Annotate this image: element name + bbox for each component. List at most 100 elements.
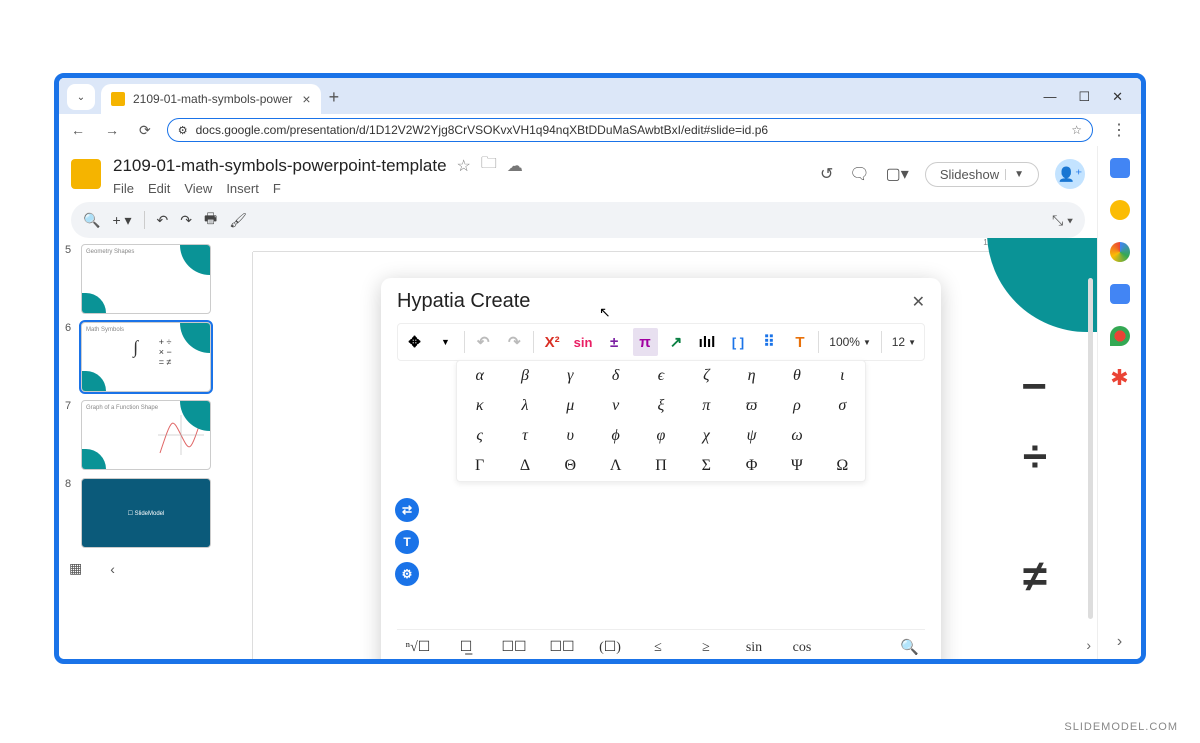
url-bar[interactable]: ⚙ docs.google.com/presentation/d/1D12V2W… (167, 118, 1093, 142)
contacts-icon[interactable] (1110, 284, 1130, 304)
move-doc-icon[interactable]: 🗀 (481, 152, 497, 179)
close-window-icon[interactable]: ✕ (1112, 89, 1123, 105)
tmpl-paren[interactable]: (☐) (595, 639, 625, 656)
greek-gamma[interactable]: γ (548, 361, 593, 391)
pi-button[interactable]: π (633, 328, 658, 356)
greek-alpha[interactable]: α (457, 361, 502, 391)
doc-title[interactable]: 2109-01-math-symbols-powerpoint-template (113, 156, 447, 176)
scrollbar[interactable] (1088, 278, 1093, 619)
greek-tau[interactable]: τ (502, 421, 547, 451)
arrow-button[interactable]: ↗ (664, 328, 689, 356)
thumb-7[interactable]: Graph of a Function Shape (81, 400, 211, 470)
greek-cap-theta[interactable]: Θ (548, 451, 593, 481)
greek-cap-lambda[interactable]: Λ (593, 451, 638, 481)
greek-iota[interactable]: ι (820, 361, 865, 391)
reload-icon[interactable]: ⟳ (135, 120, 155, 141)
tab-list-dropdown[interactable]: ⌄ (67, 84, 95, 110)
comments-icon[interactable]: 🗨 (849, 164, 869, 184)
greek-epsilon[interactable]: ϵ (638, 361, 683, 391)
greek-cap-phi[interactable]: Φ (729, 451, 774, 481)
site-info-icon[interactable]: ⚙ (178, 124, 188, 137)
modal-close-icon[interactable]: ✕ (912, 292, 925, 312)
collapse-side-icon[interactable]: › (1117, 633, 1122, 651)
tmpl-le[interactable]: ≤ (643, 640, 673, 656)
thumb-5[interactable]: Geometry Shapes (81, 244, 211, 314)
tmpl-cos[interactable]: cos (787, 640, 817, 656)
tmpl-sin[interactable]: sin (739, 640, 769, 656)
calendar-icon[interactable] (1110, 158, 1130, 178)
tmpl-search-icon[interactable]: 🔍 (900, 638, 919, 657)
menu-view[interactable]: View (184, 181, 212, 196)
greek-varsigma[interactable]: ς (457, 421, 502, 451)
greek-xi[interactable]: ξ (638, 391, 683, 421)
menu-truncated[interactable]: F (273, 181, 281, 196)
greek-sigma[interactable]: σ (820, 391, 865, 421)
thumb-8[interactable]: ☐ SlideModel (81, 478, 211, 548)
paint-format-icon[interactable]: 🖌 (229, 212, 247, 229)
greek-lambda[interactable]: λ (502, 391, 547, 421)
back-icon[interactable]: ← (67, 120, 89, 140)
greek-cap-pi[interactable]: Π (638, 451, 683, 481)
bookmark-star-icon[interactable]: ☆ (1071, 123, 1082, 137)
undo-icon[interactable]: ↶ (157, 212, 169, 229)
greek-phi[interactable]: ϕ (593, 421, 638, 451)
slideshow-button[interactable]: Slideshow ▼ (925, 162, 1039, 187)
greek-cap-gamma[interactable]: Γ (457, 451, 502, 481)
menu-file[interactable]: File (113, 181, 134, 196)
zoom-select[interactable]: 100%▼ (825, 335, 875, 349)
side-tool-settings[interactable]: ⚙ (395, 562, 419, 586)
tmpl-frac[interactable]: ☐̲ (451, 639, 481, 656)
greek-kappa[interactable]: κ (457, 391, 502, 421)
greek-cap-psi[interactable]: Ψ (774, 451, 819, 481)
tmpl-root[interactable]: ⁿ√☐ (403, 639, 433, 656)
greek-nu[interactable]: ν (593, 391, 638, 421)
browser-menu-icon[interactable]: ⋮ (1105, 120, 1133, 140)
browser-tab[interactable]: 2109-01-math-symbols-power × (101, 84, 321, 114)
greek-theta[interactable]: θ (774, 361, 819, 391)
greek-zeta[interactable]: ζ (684, 361, 729, 391)
side-tool-text[interactable]: T (395, 530, 419, 554)
redo-modal-icon[interactable]: ↷ (502, 328, 527, 356)
meet-icon[interactable]: ▢▾ (886, 164, 909, 184)
greek-varpi[interactable]: ϖ (729, 391, 774, 421)
addon-icon[interactable]: ✱ (1110, 368, 1130, 388)
tmpl-sup[interactable]: ☐☐ (547, 639, 577, 656)
greek-psi[interactable]: ψ (729, 421, 774, 451)
greek-pi[interactable]: π (684, 391, 729, 421)
brackets-button[interactable]: [ ] (726, 328, 751, 356)
tmpl-ge[interactable]: ≥ (691, 640, 721, 656)
pointer-tool-icon[interactable]: ⤡ ▾ (1052, 212, 1073, 229)
new-slide-icon[interactable]: + ▾ (112, 212, 131, 229)
prev-slide-icon[interactable]: ‹ (110, 561, 115, 577)
greek-cap-sigma[interactable]: Σ (684, 451, 729, 481)
greek-mu[interactable]: μ (548, 391, 593, 421)
next-icon[interactable]: › (1086, 637, 1091, 653)
tmpl-sub[interactable]: ☐☐ (499, 639, 529, 656)
grid-button[interactable]: ⠿ (756, 328, 781, 356)
tab-close-icon[interactable]: × (302, 91, 310, 107)
bars-button[interactable]: ılıl (695, 328, 720, 356)
x2-button[interactable]: X² (540, 328, 565, 356)
greek-eta[interactable]: η (729, 361, 774, 391)
undo-modal-icon[interactable]: ↶ (471, 328, 496, 356)
pm-button[interactable]: ± (602, 328, 627, 356)
greek-cap-delta[interactable]: Δ (502, 451, 547, 481)
new-tab-button[interactable]: + (329, 87, 340, 108)
minimize-icon[interactable]: — (1043, 89, 1056, 105)
history-icon[interactable]: ↺ (820, 164, 833, 184)
greek-chi[interactable]: χ (684, 421, 729, 451)
print-icon[interactable]: 🖶 (204, 208, 217, 232)
greek-upsilon[interactable]: υ (548, 421, 593, 451)
grid-view-icon[interactable]: ▦ (69, 560, 82, 577)
thumb-6[interactable]: Math Symbols ∫ + ÷× −= ≠ (81, 322, 211, 392)
share-button[interactable]: 👤⁺ (1055, 159, 1085, 189)
greek-beta[interactable]: β (502, 361, 547, 391)
font-size-select[interactable]: 12▼ (888, 335, 920, 349)
forward-icon[interactable]: → (101, 120, 123, 140)
greek-cap-omega[interactable]: Ω (820, 451, 865, 481)
greek-rho[interactable]: ρ (774, 391, 819, 421)
menu-insert[interactable]: Insert (226, 181, 259, 196)
text-format-button[interactable]: T (787, 328, 812, 356)
menu-edit[interactable]: Edit (148, 181, 170, 196)
side-tool-stats[interactable]: ⇄ (395, 498, 419, 522)
